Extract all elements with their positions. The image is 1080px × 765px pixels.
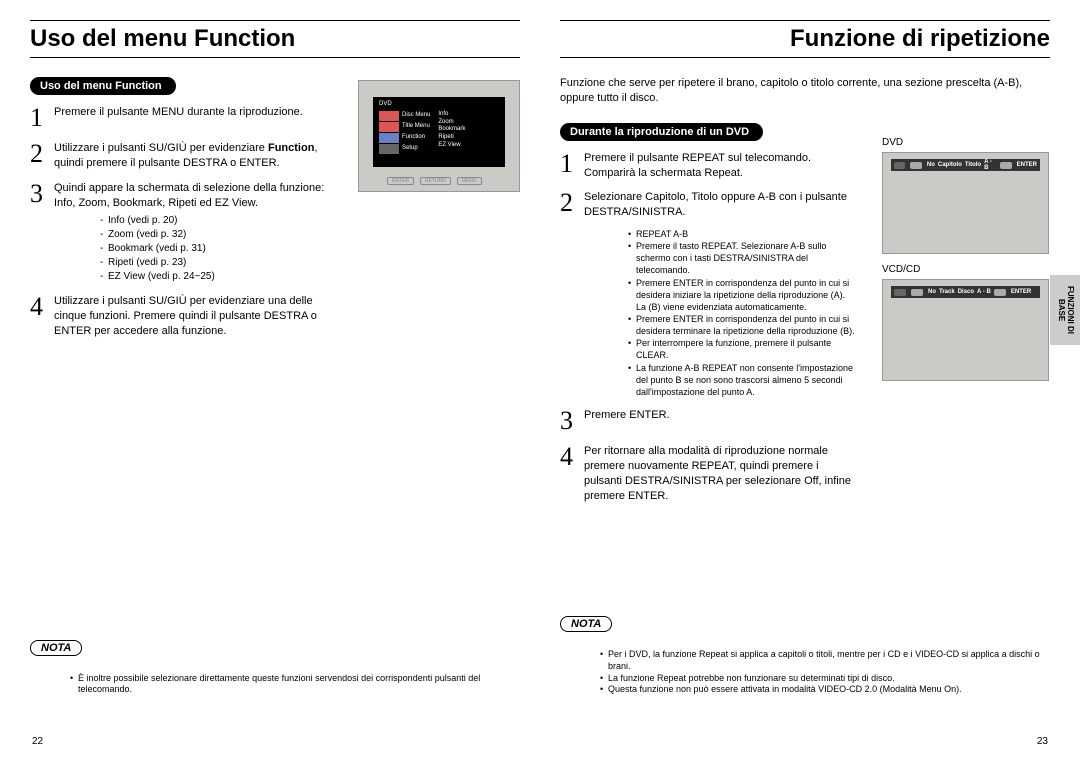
step-number: 4: [30, 294, 48, 320]
step-2: 2 Utilizzare i pulsanti SU/GIÙ per evide…: [30, 141, 333, 171]
vcd-repeat-screen: No Track Disco A - B ENTER: [882, 279, 1049, 381]
repeat-screenshots: DVD No Capitolo Titolo A - B ENTER VCD/C…: [882, 135, 1050, 381]
step-number: 3: [30, 181, 48, 207]
step-text: Utilizzare i pulsanti SU/GIÙ per evidenz…: [54, 294, 333, 339]
section-pill-right: Durante la riproduzione di un DVD: [560, 123, 763, 141]
nota-label-left: NOTA: [30, 640, 82, 656]
page-number-right: 23: [1037, 736, 1048, 747]
step-text: Quindi appare la schermata di selezione …: [54, 181, 333, 285]
step-4: 4 Per ritornare alla modalità di riprodu…: [560, 444, 855, 503]
right-title: Funzione di ripetizione: [560, 25, 1050, 53]
function-sublist: Info (vedi p. 20) Zoom (vedi p. 32) Book…: [60, 214, 333, 284]
right-page: Funzione di ripetizione Funzione che ser…: [560, 20, 1050, 755]
repeat-sublist: REPEAT A-B Premere il tasto REPEAT. Sele…: [588, 228, 855, 398]
right-header: Funzione di ripetizione: [560, 20, 1050, 58]
step-3: 3 Premere ENTER.: [560, 408, 855, 434]
left-header: Uso del menu Function: [30, 20, 520, 58]
step-number: 1: [30, 105, 48, 131]
step-3: 3 Quindi appare la schermata di selezion…: [30, 181, 333, 285]
step-text: Premere il pulsante MENU durante la ripr…: [54, 105, 333, 120]
step-number: 2: [30, 141, 48, 167]
nota-label-right: NOTA: [560, 616, 612, 632]
left-title: Uso del menu Function: [30, 25, 520, 53]
page-number-left: 22: [32, 736, 43, 747]
step-1: 1 Premere il pulsante REPEAT sul telecom…: [560, 151, 855, 181]
left-page: Uso del menu Function Uso del menu Funct…: [30, 20, 520, 755]
intro-text: Funzione che serve per ripetere il brano…: [560, 76, 1050, 106]
step-1: 1 Premere il pulsante MENU durante la ri…: [30, 105, 333, 131]
function-menu-screenshot: DVD Disc Menu Title Menu Function Setup …: [358, 80, 520, 192]
nota-list-left: È inoltre possibile selezionare direttam…: [30, 673, 520, 696]
step-2: 2 Selezionare Capitolo, Titolo oppure A-…: [560, 190, 855, 398]
section-pill-left: Uso del menu Function: [30, 77, 176, 95]
nota-list-right: Per i DVD, la funzione Repeat si applica…: [560, 649, 1050, 696]
step-text: Utilizzare i pulsanti SU/GIÙ per evidenz…: [54, 141, 333, 171]
side-tab: FUNZIONI DI BASE: [1050, 275, 1080, 345]
dvd-repeat-screen: No Capitolo Titolo A - B ENTER: [882, 152, 1049, 254]
step-4: 4 Utilizzare i pulsanti SU/GIÙ per evide…: [30, 294, 333, 339]
